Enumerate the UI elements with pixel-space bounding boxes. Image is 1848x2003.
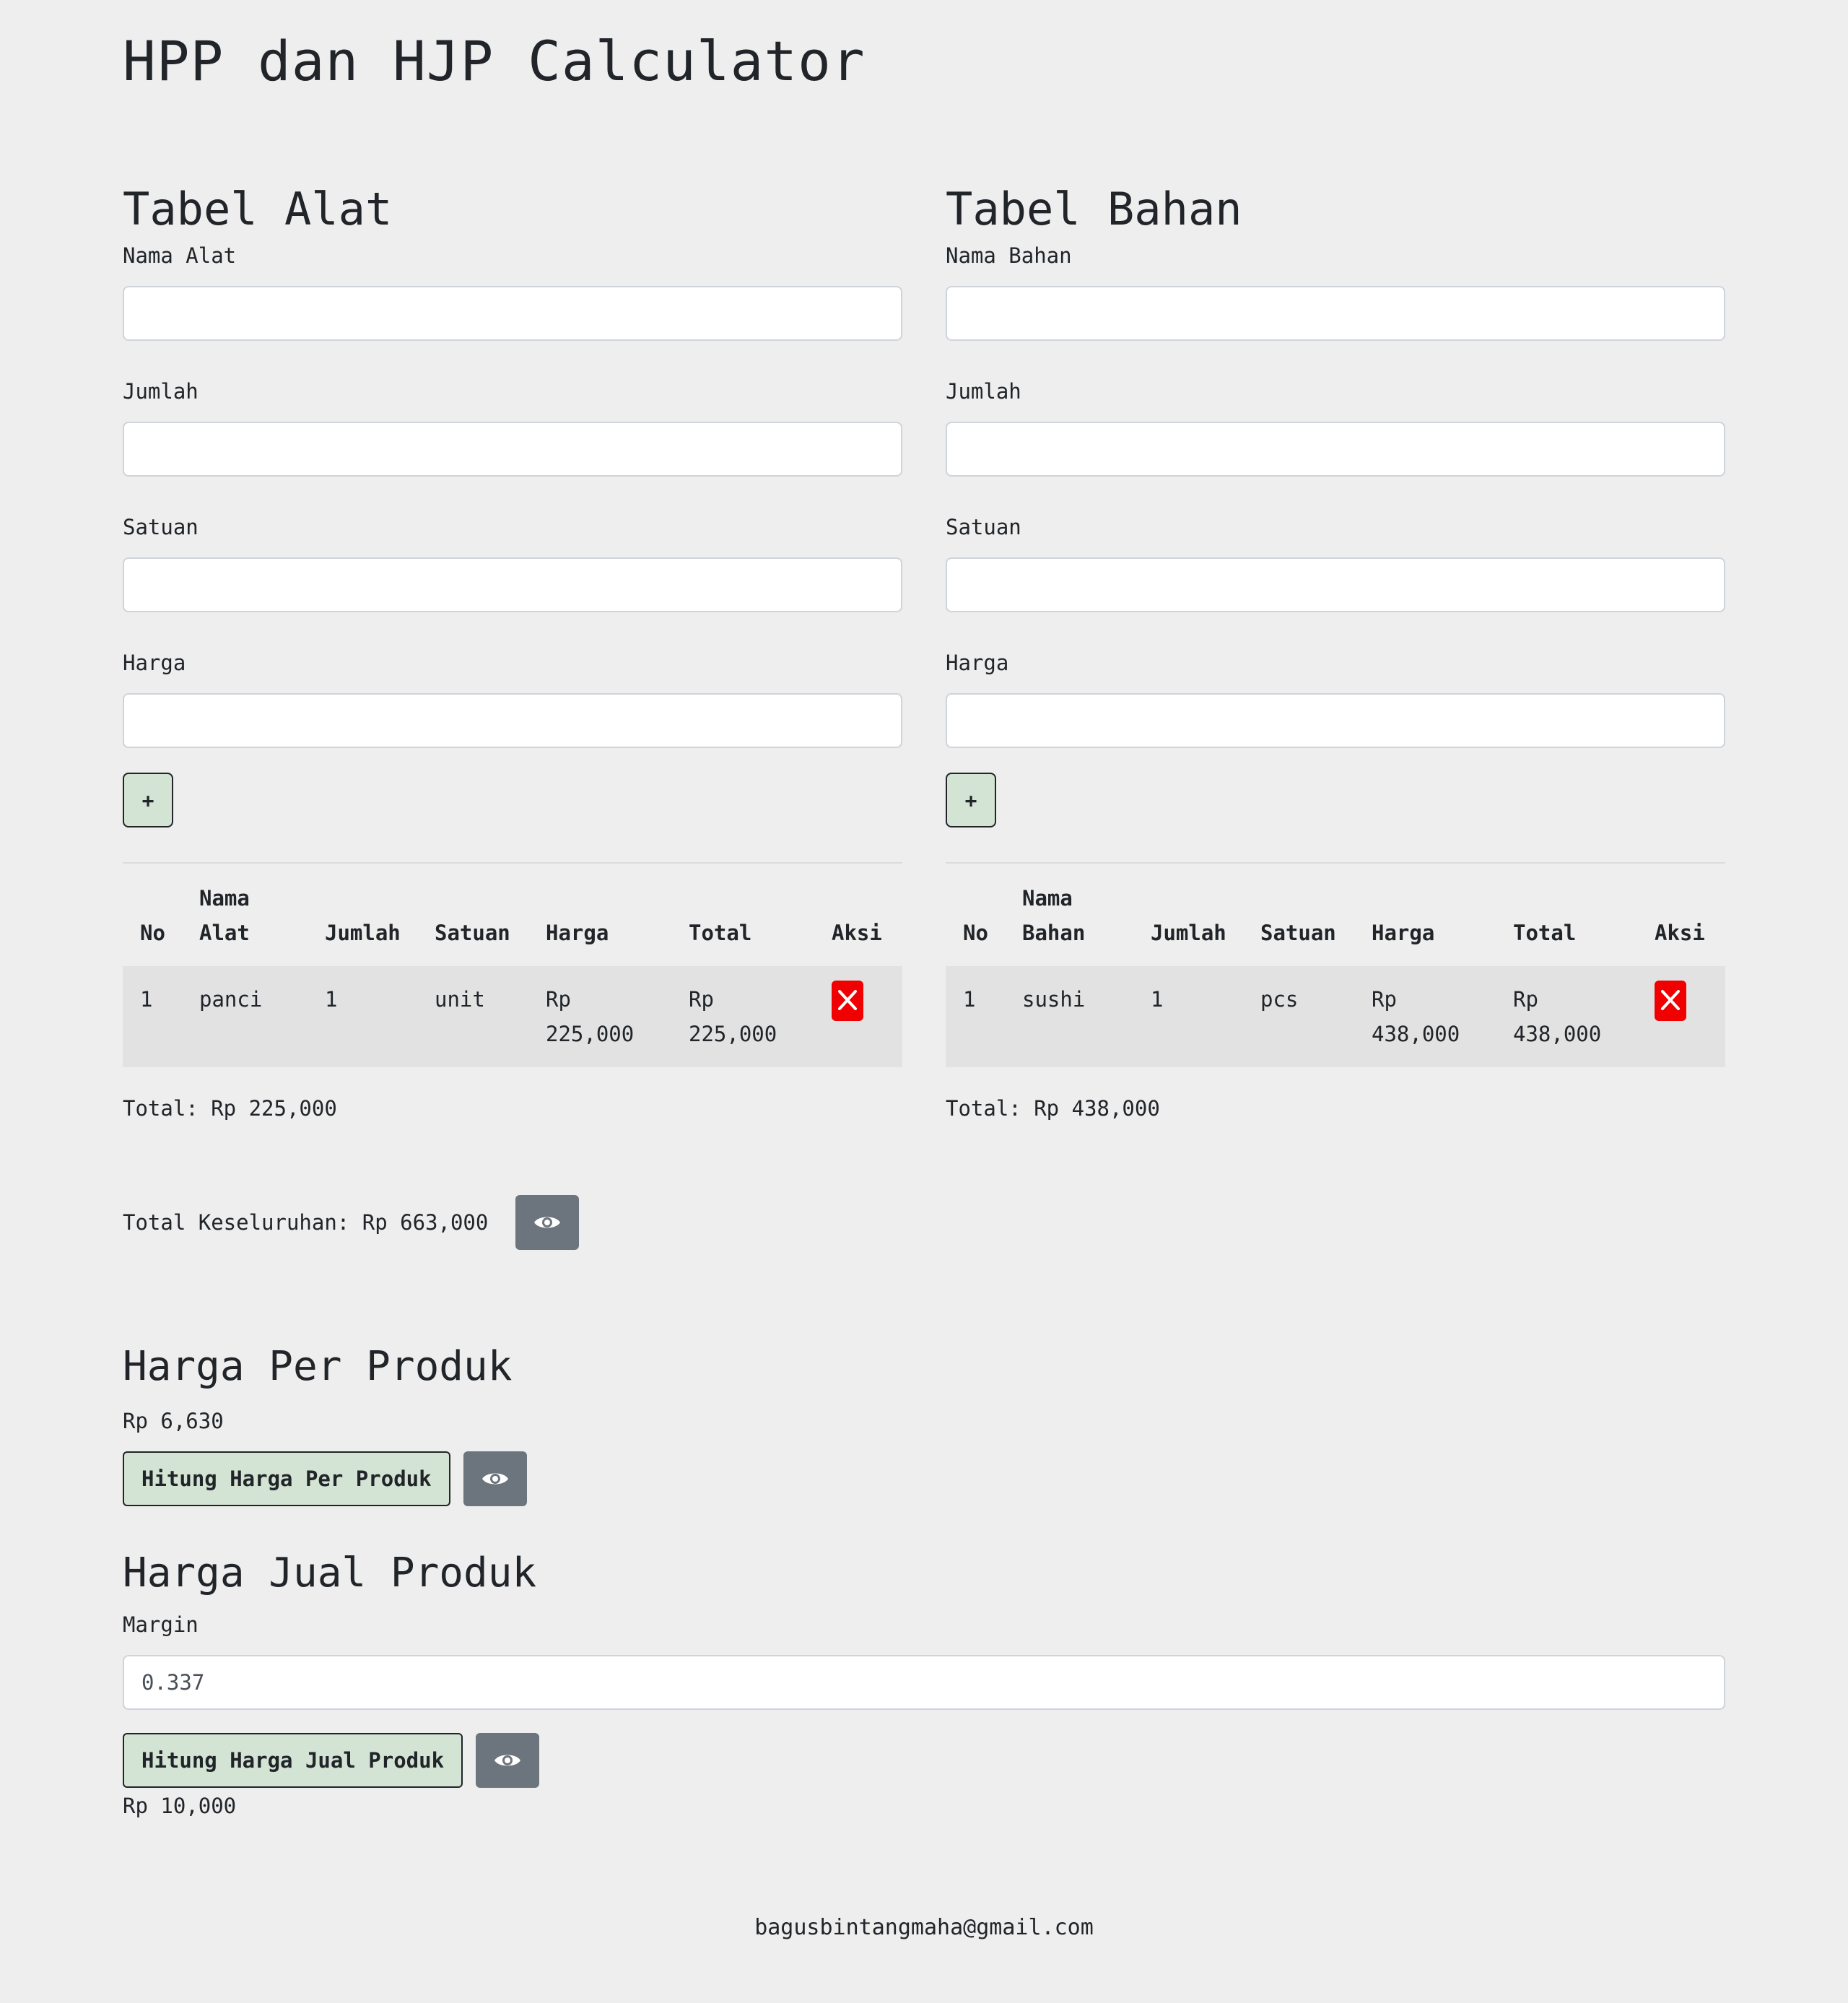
cell-total: Rp 438,000 [1496, 966, 1637, 1067]
margin-label: Margin [123, 1612, 199, 1637]
cell-satuan: pcs [1243, 966, 1354, 1067]
cell-satuan: unit [417, 966, 528, 1067]
bahan-heading: Tabel Bahan [946, 183, 1242, 235]
satuan-bahan-label: Satuan [946, 515, 1021, 539]
footer-email: bagusbintangmaha@gmail.com [754, 1915, 1094, 1940]
bahan-panel: Tabel Bahan Nama Bahan Jumlah Satuan Har… [946, 181, 1725, 1121]
toggle-per-produk-button[interactable] [463, 1451, 527, 1506]
cell-nama: sushi [1005, 966, 1133, 1067]
per-produk-value: Rp 6,630 [123, 1409, 224, 1433]
margin-input[interactable] [123, 1655, 1725, 1710]
eye-icon [534, 1217, 561, 1228]
table-row: 1 panci 1 unit Rp 225,000 Rp 225,000 [123, 966, 902, 1067]
jumlah-alat-input[interactable] [123, 422, 902, 477]
cell-aksi [814, 966, 902, 1067]
col-harga: Harga [546, 921, 609, 945]
bahan-total: Total: Rp 438,000 [946, 1096, 1160, 1121]
col-no: No [963, 921, 988, 945]
nama-bahan-input[interactable] [946, 286, 1725, 341]
col-nama: Nama Bahan [1022, 886, 1086, 945]
cell-jumlah: 1 [1133, 966, 1243, 1067]
hitung-per-produk-button[interactable]: Hitung Harga Per Produk [123, 1451, 450, 1506]
col-total: Total [689, 921, 752, 945]
col-jumlah: Jumlah [1151, 921, 1226, 945]
cell-jumlah: 1 [308, 966, 417, 1067]
cell-total: Rp 225,000 [671, 966, 814, 1067]
close-icon [838, 990, 857, 1010]
alat-heading: Tabel Alat [123, 183, 393, 235]
nama-alat-input[interactable] [123, 286, 902, 341]
per-produk-section: Harga Per Produk Rp 6,630 Hitung Harga P… [123, 1342, 1725, 1506]
eye-icon [481, 1473, 508, 1485]
col-satuan: Satuan [1260, 921, 1336, 945]
col-nama: Nama Alat [199, 886, 250, 945]
cell-no: 1 [946, 966, 1005, 1067]
jumlah-bahan-label: Jumlah [946, 379, 1021, 404]
col-aksi: Aksi [832, 921, 882, 945]
add-alat-button[interactable]: + [123, 773, 173, 827]
alat-table: No Nama Alat Jumlah Satuan Harga Total A… [123, 862, 902, 1067]
close-icon [1661, 990, 1680, 1010]
cell-harga: Rp 225,000 [528, 966, 671, 1067]
jumlah-bahan-input[interactable] [946, 422, 1725, 477]
grand-total-text: Total Keseluruhan: Rp 663,000 [123, 1210, 489, 1235]
satuan-alat-label: Satuan [123, 515, 199, 539]
col-total: Total [1513, 921, 1577, 945]
cell-no: 1 [123, 966, 182, 1067]
jual-produk-result: Rp 10,000 [123, 1794, 237, 1818]
harga-alat-label: Harga [123, 651, 186, 675]
cell-nama: panci [182, 966, 308, 1067]
grand-total-row: Total Keseluruhan: Rp 663,000 [123, 1195, 580, 1250]
table-row: 1 sushi 1 pcs Rp 438,000 Rp 438,000 [946, 966, 1725, 1067]
col-satuan: Satuan [435, 921, 510, 945]
cell-harga: Rp 438,000 [1354, 966, 1496, 1067]
alat-total: Total: Rp 225,000 [123, 1096, 337, 1121]
col-aksi: Aksi [1655, 921, 1705, 945]
delete-alat-button[interactable] [832, 981, 863, 1021]
harga-bahan-input[interactable] [946, 693, 1725, 748]
jual-produk-heading: Harga Jual Produk [123, 1550, 537, 1596]
satuan-bahan-input[interactable] [946, 557, 1725, 612]
add-bahan-button[interactable]: + [946, 773, 996, 827]
per-produk-heading: Harga Per Produk [123, 1343, 513, 1390]
harga-alat-input[interactable] [123, 693, 902, 748]
bahan-table: No Nama Bahan Jumlah Satuan Harga Total … [946, 862, 1725, 1067]
alat-panel: Tabel Alat Nama Alat Jumlah Satuan Harga… [123, 181, 902, 1121]
jumlah-alat-label: Jumlah [123, 379, 199, 404]
hitung-jual-produk-button[interactable]: Hitung Harga Jual Produk [123, 1733, 463, 1788]
col-no: No [140, 921, 165, 945]
toggle-jual-produk-button[interactable] [476, 1733, 540, 1788]
jual-produk-section: Harga Jual Produk Margin Hitung Harga Ju… [123, 1548, 1725, 1818]
col-jumlah: Jumlah [325, 921, 401, 945]
page-title: HPP dan HJP Calculator [123, 29, 866, 93]
satuan-alat-input[interactable] [123, 557, 902, 612]
col-harga: Harga [1372, 921, 1435, 945]
toggle-grand-total-button[interactable] [515, 1195, 580, 1250]
nama-bahan-label: Nama Bahan [946, 243, 1072, 268]
delete-bahan-button[interactable] [1655, 981, 1686, 1021]
eye-icon [494, 1755, 521, 1766]
cell-aksi [1637, 966, 1725, 1067]
nama-alat-label: Nama Alat [123, 243, 237, 268]
harga-bahan-label: Harga [946, 651, 1009, 675]
